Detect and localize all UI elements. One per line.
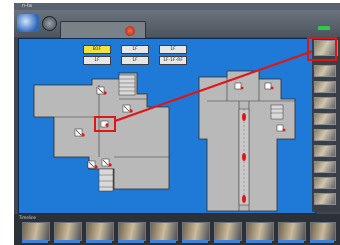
timeline-thumbnail-7[interactable] [214, 222, 242, 241]
timeline-thumbnail-7-bar [214, 240, 240, 243]
floor-plan-drawing [33, 49, 314, 212]
sensor-marker-3 [242, 195, 246, 203]
camera-thumbnail-5[interactable] [314, 113, 336, 125]
window-title: n-ta [22, 3, 32, 9]
timeline-thumbnail-10[interactable] [310, 222, 336, 241]
stairs-right [270, 104, 284, 120]
camera-thumbnail-8[interactable] [314, 161, 336, 173]
toolbar-right-indicator-icon [318, 26, 330, 30]
timeline-thumbnail-4-bar [118, 240, 144, 243]
timeline-thumbnail-3[interactable] [86, 222, 114, 241]
timeline-thumbnail-1[interactable] [22, 222, 50, 241]
sensor-marker-1 [242, 113, 246, 121]
toolbar [14, 10, 340, 42]
timeline-thumbnail-2[interactable] [54, 222, 82, 241]
camera-thumbnail-9[interactable] [314, 177, 336, 189]
timeline-thumbnail-3-bar [86, 240, 112, 243]
camera-list-sidebar [312, 37, 340, 212]
timeline-thumbnail-8[interactable] [246, 222, 274, 241]
timeline-label: Timeline [19, 215, 37, 220]
timeline-thumbnail-5[interactable] [150, 222, 178, 241]
camera-thumbnail-10[interactable] [314, 193, 336, 205]
camera-thumbnail-4[interactable] [314, 97, 336, 109]
selected-camera-marker [100, 120, 109, 128]
timeline-thumbnail-4[interactable] [118, 222, 146, 241]
timeline-thumbnail-5-bar [150, 240, 176, 243]
camera-thumbnail-2[interactable] [314, 65, 336, 77]
timeline-thumbnail-8-bar [246, 240, 272, 243]
floor-map-view[interactable]: B1F 1F 1F 1F 1F 1F-1F-RF [18, 38, 316, 214]
timeline-thumbnail-9[interactable] [278, 222, 306, 241]
sensor-marker-2 [242, 153, 246, 161]
stairs-top [118, 74, 136, 96]
timeline-thumbnail-9-bar [278, 240, 304, 243]
camera-thumbnail-6[interactable] [314, 129, 336, 141]
camera-thumbnail-7[interactable] [314, 145, 336, 157]
sidebar-selection-highlight [307, 37, 337, 61]
title-bar: n-ta [14, 3, 340, 10]
timeline-thumbnail-6[interactable] [182, 222, 210, 241]
timeline-strip: Timeline [14, 214, 340, 245]
timeline-thumbnail-10-bar [310, 240, 334, 243]
application-window: n-ta B1F 1F 1F 1F 1F 1F-1F-RF Timeline [14, 3, 340, 245]
status-indicator-icon [125, 26, 135, 36]
camera-thumbnail-3[interactable] [314, 81, 336, 93]
timeline-thumbnail-2-bar [54, 240, 80, 243]
dial-knob-icon[interactable] [42, 16, 57, 31]
logo-icon [17, 14, 39, 32]
timeline-thumbnail-1-bar [22, 240, 48, 243]
stairs-bottom [98, 168, 114, 192]
timeline-thumbnail-6-bar [182, 240, 208, 243]
